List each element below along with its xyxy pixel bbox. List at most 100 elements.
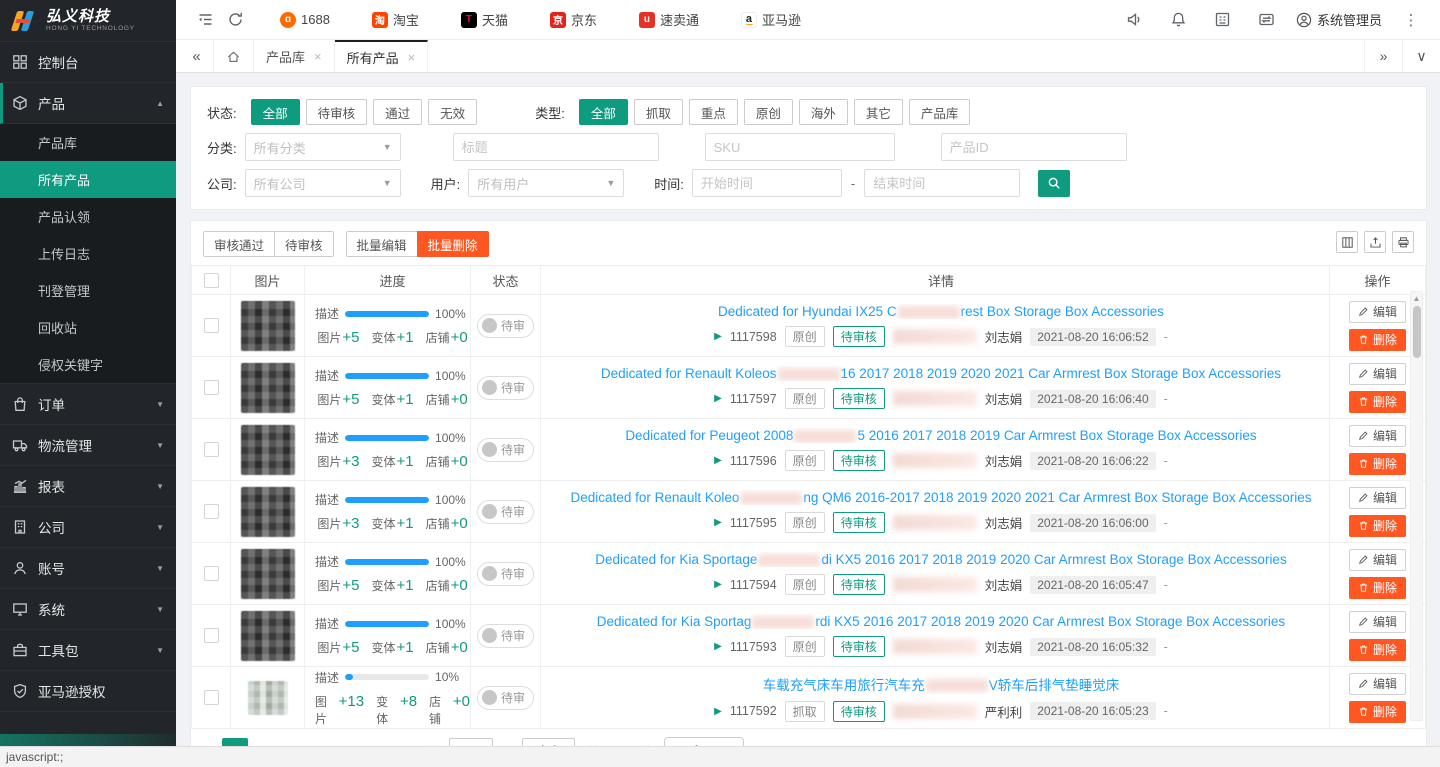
product-image[interactable] <box>241 301 295 351</box>
product-id-input[interactable] <box>941 133 1127 161</box>
edit-button[interactable]: 编辑 <box>1349 549 1406 571</box>
page-size-select[interactable]: 90 条/页∨ <box>664 737 744 746</box>
bell-icon[interactable] <box>1164 5 1194 35</box>
tab-product-library[interactable]: 产品库 × <box>254 40 335 72</box>
row-checkbox[interactable] <box>204 504 219 519</box>
scroll-up-icon[interactable]: ▲ <box>1411 294 1422 303</box>
product-image[interactable] <box>241 549 295 599</box>
search-button[interactable] <box>1038 170 1070 197</box>
product-image[interactable] <box>248 681 288 715</box>
start-time-input[interactable] <box>692 169 842 197</box>
play-icon[interactable]: ▶ <box>714 579 722 590</box>
product-title-link[interactable]: 车载充气床车用旅行汽车充V轿车后排气垫睡觉床 <box>763 674 1120 694</box>
marketplace-taobao[interactable]: 淘淘宝 <box>372 10 419 29</box>
product-title-link[interactable]: Dedicated for Renault Koleong QM6 2016-2… <box>571 490 1312 505</box>
approve-button[interactable]: 审核通过 <box>203 231 275 257</box>
type-filter-key[interactable]: 重点 <box>689 99 738 125</box>
product-title-link[interactable]: Dedicated for Peugeot 20085 2016 2017 20… <box>625 428 1256 443</box>
sidebar-item-toolkit[interactable]: 工具包 ▼ <box>0 630 176 671</box>
status-filter-all[interactable]: 全部 <box>251 99 300 125</box>
scrollbar-thumb[interactable] <box>1413 306 1421 358</box>
user-select[interactable]: 所有用户▼ <box>468 169 624 197</box>
product-title-link[interactable]: Dedicated for Hyundai IX25 Crest Box Sto… <box>718 304 1164 319</box>
apps-grid-icon[interactable] <box>1208 5 1238 35</box>
page-number[interactable]: 901 <box>358 738 384 746</box>
row-checkbox[interactable] <box>204 628 219 643</box>
goto-confirm-button[interactable]: 确定 <box>522 738 575 747</box>
batch-delete-button[interactable]: 批量删除 <box>417 231 489 257</box>
sidebar-item-amazon-auth[interactable]: 亚马逊授权 <box>0 671 176 712</box>
row-checkbox[interactable] <box>204 566 219 581</box>
category-select[interactable]: 所有分类▼ <box>245 133 401 161</box>
switch-account-icon[interactable] <box>1252 5 1282 35</box>
status-filter-approved[interactable]: 通过 <box>373 99 422 125</box>
play-icon[interactable]: ▶ <box>714 331 722 342</box>
play-icon[interactable]: ▶ <box>714 706 722 717</box>
edit-button[interactable]: 编辑 <box>1349 425 1406 447</box>
type-filter-original[interactable]: 原创 <box>744 99 793 125</box>
title-input[interactable] <box>453 133 659 161</box>
product-title-link[interactable]: Dedicated for Kia Sportagedi KX5 2016 20… <box>595 552 1286 567</box>
product-title-link[interactable]: Dedicated for Renault Koleos16 2017 2018… <box>601 366 1281 381</box>
goto-page-input[interactable] <box>449 738 493 747</box>
status-filter-invalid[interactable]: 无效 <box>428 99 477 125</box>
play-icon[interactable]: ▶ <box>714 641 722 652</box>
logo[interactable]: 弘义科技 HONG YI TECHNOLOGY <box>0 0 176 42</box>
edit-button[interactable]: 编辑 <box>1349 301 1406 323</box>
row-checkbox[interactable] <box>204 318 219 333</box>
close-tab-icon[interactable]: × <box>314 49 322 64</box>
end-time-input[interactable] <box>864 169 1020 197</box>
product-title-link[interactable]: Dedicated for Kia Sportagrdi KX5 2016 20… <box>597 614 1285 629</box>
select-all-checkbox[interactable] <box>204 273 219 288</box>
product-image[interactable] <box>241 487 295 537</box>
sidebar-item-upload-log[interactable]: 上传日志 <box>0 235 176 272</box>
sidebar-item-recycle-bin[interactable]: 回收站 <box>0 309 176 346</box>
announce-icon[interactable] <box>1120 5 1150 35</box>
status-filter-pending[interactable]: 待审核 <box>306 99 368 125</box>
sidebar-item-orders[interactable]: 订单 ▼ <box>0 384 176 425</box>
refresh-icon[interactable] <box>220 5 250 35</box>
product-image[interactable] <box>241 611 295 661</box>
sidebar-item-account[interactable]: 账号 ▼ <box>0 548 176 589</box>
product-image[interactable] <box>241 363 295 413</box>
sidebar-item-infringing-keywords[interactable]: 侵权关键字 <box>0 346 176 383</box>
marketplace-1688[interactable]: ɑ1688 <box>280 12 330 28</box>
delete-button[interactable]: 删除 <box>1349 515 1406 537</box>
delete-button[interactable]: 删除 <box>1349 701 1406 723</box>
edit-button[interactable]: 编辑 <box>1349 673 1406 695</box>
delete-button[interactable]: 删除 <box>1349 453 1406 475</box>
delete-button[interactable]: 删除 <box>1349 639 1406 661</box>
tabs-menu-icon[interactable]: ∨ <box>1402 40 1440 72</box>
marketplace-tmall[interactable]: T天猫 <box>461 10 508 29</box>
sidebar-item-console[interactable]: 控制台 <box>0 42 176 83</box>
type-filter-all[interactable]: 全部 <box>579 99 628 125</box>
row-checkbox[interactable] <box>204 690 219 705</box>
edit-button[interactable]: 编辑 <box>1349 487 1406 509</box>
row-checkbox[interactable] <box>204 442 219 457</box>
batch-edit-button[interactable]: 批量编辑 <box>346 231 418 257</box>
columns-icon[interactable] <box>1336 231 1358 253</box>
sidebar-item-system[interactable]: 系统 ▼ <box>0 589 176 630</box>
type-filter-crawl[interactable]: 抓取 <box>634 99 683 125</box>
type-filter-library[interactable]: 产品库 <box>909 99 971 125</box>
play-icon[interactable]: ▶ <box>714 393 722 404</box>
sku-input[interactable] <box>705 133 895 161</box>
delete-button[interactable]: 删除 <box>1349 577 1406 599</box>
play-icon[interactable]: ▶ <box>714 517 722 528</box>
sidebar-item-product-claim[interactable]: 产品认领 <box>0 198 176 235</box>
product-image[interactable] <box>241 425 295 475</box>
edit-button[interactable]: 编辑 <box>1349 363 1406 385</box>
print-icon[interactable] <box>1392 231 1414 253</box>
sidebar-item-product[interactable]: 产品 ▲ <box>0 83 176 124</box>
sidebar-item-logistics[interactable]: 物流管理 ▼ <box>0 425 176 466</box>
set-pending-button[interactable]: 待审核 <box>274 231 334 257</box>
prev-page-icon[interactable]: ‹ <box>203 743 214 747</box>
sidebar-item-company[interactable]: 公司 ▼ <box>0 507 176 548</box>
row-checkbox[interactable] <box>204 380 219 395</box>
tab-all-products[interactable]: 所有产品 × <box>335 40 429 72</box>
page-number[interactable]: 2 <box>256 738 282 746</box>
menu-collapse-icon[interactable] <box>190 5 220 35</box>
page-number[interactable]: 3 <box>290 738 316 746</box>
next-page-icon[interactable]: › <box>392 743 403 747</box>
marketplace-jd[interactable]: 京京东 <box>550 10 597 29</box>
